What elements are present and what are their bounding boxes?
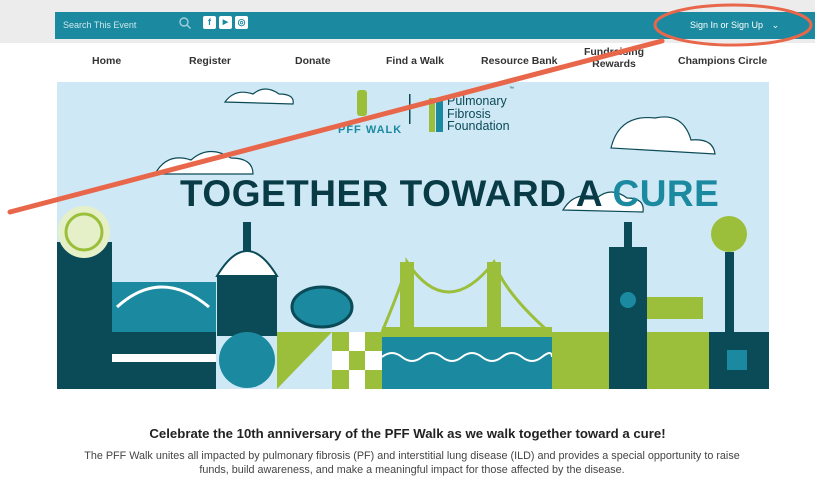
intro-paragraph: The PFF Walk unites all impacted by pulm… — [84, 450, 740, 476]
pff-walk-logo: PFF WALK — [338, 124, 403, 136]
headline-accent: CURE — [612, 173, 720, 214]
pff-foundation-logo: Pulmonary Fibrosis Foundation — [447, 95, 510, 133]
sign-in-label: Sign In or Sign Up — [690, 20, 764, 30]
trademark-mark: ™ — [509, 86, 514, 92]
nav-item-register[interactable]: Register — [189, 55, 231, 67]
nav-item-find-a-walk[interactable]: Find a Walk — [386, 55, 444, 67]
nav-item-fundraising-rewards[interactable]: Fundraising Rewards — [578, 46, 650, 70]
nav-item-donate[interactable]: Donate — [295, 55, 331, 67]
main-nav: Home Register Donate Find a Walk Resourc… — [55, 43, 815, 79]
logo-line-1: Pulmonary — [447, 94, 507, 108]
search-icon[interactable] — [178, 16, 192, 30]
nav-item-home[interactable]: Home — [92, 55, 121, 67]
facebook-icon[interactable]: f — [203, 16, 216, 29]
headline-main: TOGETHER TOWARD A — [180, 173, 602, 214]
hero-banner — [57, 82, 769, 389]
sign-in-button[interactable]: Sign In or Sign Up ⌄ — [690, 12, 779, 39]
nav-item-champions-circle[interactable]: Champions Circle — [678, 55, 767, 67]
youtube-icon[interactable]: ▶ — [219, 16, 232, 29]
instagram-icon[interactable]: ◎ — [235, 16, 248, 29]
truncated-paragraph — [84, 484, 740, 489]
logo-line-3: Foundation — [447, 119, 510, 133]
hero-headline: TOGETHER TOWARD A CURE — [180, 173, 719, 215]
chevron-down-icon: ⌄ — [771, 20, 780, 30]
section-heading: Celebrate the 10th anniversary of the PF… — [149, 426, 666, 441]
nav-item-resource-bank[interactable]: Resource Bank — [481, 55, 557, 67]
